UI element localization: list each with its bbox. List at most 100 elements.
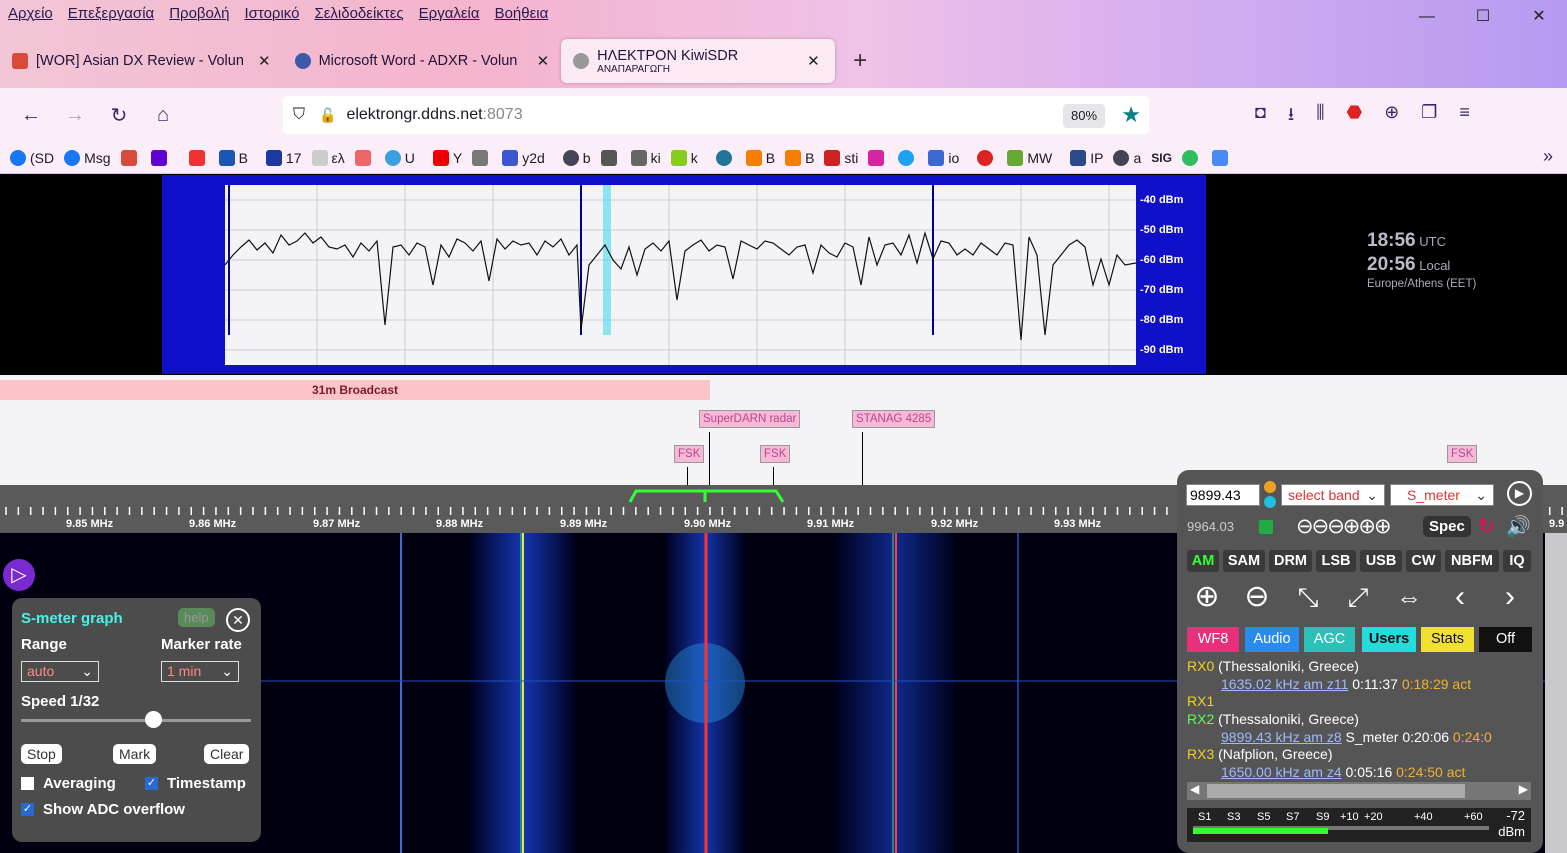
bookmark-item[interactable]: ελ	[311, 149, 345, 166]
mark-button[interactable]: Mark	[113, 744, 157, 764]
bookmark-item[interactable]: B	[745, 149, 775, 166]
menu-tools[interactable]: Εργαλεία	[419, 5, 480, 22]
mode-iq[interactable]: IQ	[1503, 550, 1531, 572]
user-freq-link[interactable]: 1635.02 kHz am z11	[1221, 676, 1348, 692]
freq-step-up-icon[interactable]	[1264, 481, 1276, 493]
zoom-in-icon[interactable]: ⊕	[1187, 577, 1227, 617]
range-select[interactable]: auto ⌄	[21, 661, 99, 682]
tab-agc[interactable]: AGC	[1304, 627, 1355, 652]
menu-history[interactable]: Ιστορικό	[244, 5, 299, 22]
marker-rate-select[interactable]: 1 min ⌄	[161, 661, 239, 682]
back-icon[interactable]: ←	[9, 104, 53, 127]
label-fsk[interactable]: FSK	[1447, 445, 1478, 463]
bookmark-item[interactable]: Y	[432, 149, 462, 166]
forward-icon[interactable]: →	[53, 104, 97, 127]
play-button-icon[interactable]: ▶	[1507, 481, 1532, 506]
tab-stats[interactable]: Stats	[1421, 627, 1474, 652]
close-tab-icon[interactable]: ✕	[258, 52, 271, 70]
timestamp-checkbox[interactable]: ✓	[145, 777, 158, 790]
bookmark-item[interactable]: SIG	[1151, 151, 1172, 165]
page-right-icon[interactable]: ›	[1490, 577, 1530, 617]
close-icon[interactable]: ✕	[226, 608, 250, 632]
user-freq-link[interactable]: 1650.00 kHz am z4	[1221, 764, 1342, 780]
freq-step-down-icon[interactable]	[1264, 496, 1276, 508]
bookmark-item[interactable]	[472, 149, 492, 166]
close-window-icon[interactable]: ✕	[1511, 4, 1567, 30]
bookmark-item[interactable]	[715, 149, 736, 166]
mode-lsb[interactable]: LSB	[1316, 550, 1356, 572]
waterfall-scrollbar[interactable]	[1545, 533, 1567, 853]
zoom-max-icon[interactable]: ⤢	[1338, 577, 1378, 617]
extension-download-icon[interactable]: ⊕	[1384, 102, 1399, 132]
menu-file[interactable]: Αρχείο	[8, 5, 53, 22]
bookmark-item[interactable]: MW	[1007, 149, 1052, 166]
tab-word[interactable]: Microsoft Word - ADXR - Volun ✕	[283, 39, 562, 83]
library-icon[interactable]: ⫼	[1316, 102, 1324, 132]
speed-slider-thumb[interactable]	[145, 711, 162, 728]
zoom-out-icon[interactable]: ⊖	[1237, 577, 1277, 617]
home-icon[interactable]: ⌂	[141, 104, 185, 127]
scroll-left-icon[interactable]: ◀	[1190, 782, 1199, 796]
spec-button[interactable]: Spec	[1423, 516, 1471, 537]
tab-wf[interactable]: WF8	[1187, 627, 1239, 652]
bookmark-item[interactable]: U	[384, 149, 415, 166]
zoom-band-icon[interactable]: ⇔	[1389, 577, 1429, 617]
bookmark-item[interactable]	[600, 149, 621, 166]
scroll-right-icon[interactable]: ▶	[1519, 782, 1528, 796]
label-fsk[interactable]: FSK	[760, 445, 791, 463]
tab-off[interactable]: Off	[1479, 627, 1532, 652]
page-left-icon[interactable]: ‹	[1440, 577, 1480, 617]
popout-icon[interactable]	[1259, 520, 1273, 534]
bookmark-item[interactable]	[120, 149, 141, 166]
stop-button[interactable]: Stop	[21, 744, 62, 764]
adblock-icon[interactable]: ⬣	[1346, 102, 1362, 132]
bookmark-item[interactable]: sti	[824, 149, 858, 166]
speed-slider[interactable]	[21, 719, 251, 722]
close-tab-icon[interactable]: ✕	[807, 52, 820, 70]
band-31m-broadcast[interactable]: 31m Broadcast	[0, 380, 710, 400]
mode-am[interactable]: AM	[1187, 550, 1219, 572]
bookmark-item[interactable]: (SD	[10, 149, 54, 166]
bookmark-item[interactable]: 17	[265, 149, 302, 166]
bookmark-item[interactable]: b	[562, 149, 591, 166]
container-icon[interactable]: ❐	[1421, 102, 1437, 132]
bookmark-item[interactable]: Msg	[64, 149, 111, 166]
band-select[interactable]: select band ⌄	[1281, 484, 1385, 506]
url-bar[interactable]: ⛉ 🔓 elektrongr.ddns.net :8073 80% ★	[283, 96, 1149, 134]
averaging-checkbox[interactable]	[21, 777, 34, 790]
menu-bookmarks[interactable]: Σελιδοδείκτες	[314, 5, 403, 22]
bookmark-item[interactable]: ki	[630, 149, 661, 166]
new-tab-button[interactable]: +	[853, 47, 867, 75]
pocket-icon[interactable]: ◘	[1255, 102, 1266, 132]
download-icon[interactable]: ⭳	[1288, 102, 1294, 132]
clear-button[interactable]: Clear	[204, 744, 250, 764]
close-tab-icon[interactable]: ✕	[537, 52, 550, 70]
bookmark-item[interactable]	[977, 149, 997, 166]
help-button[interactable]: help	[178, 608, 215, 627]
zoom-buttons[interactable]: ⊖⊖⊖⊕⊕⊕	[1296, 514, 1392, 539]
menu-edit[interactable]: Επεξεργασία	[68, 5, 154, 22]
bookmark-item[interactable]: y2d	[502, 149, 545, 166]
bookmark-item[interactable]	[150, 149, 171, 166]
mode-nbfm[interactable]: NBFM	[1445, 550, 1499, 572]
bookmark-item[interactable]: a	[1113, 149, 1141, 166]
users-hscrollbar[interactable]: ◀ ▶	[1187, 782, 1531, 800]
more-bookmarks-icon[interactable]: »	[1543, 146, 1553, 167]
bookmark-item[interactable]: k	[670, 149, 698, 166]
bookmark-item[interactable]	[188, 149, 209, 166]
label-fsk[interactable]: FSK	[674, 445, 705, 463]
bookmark-item[interactable]	[898, 149, 918, 166]
adc-overflow-checkbox[interactable]: ✓	[21, 803, 34, 816]
bookmark-item[interactable]: io	[928, 149, 959, 166]
mode-sam[interactable]: SAM	[1223, 550, 1265, 572]
bookmark-star-icon[interactable]: ★	[1121, 102, 1141, 128]
bookmark-item[interactable]	[1211, 149, 1232, 166]
minimize-icon[interactable]: —	[1399, 4, 1455, 30]
menu-view[interactable]: Προβολή	[169, 5, 229, 22]
mode-drm[interactable]: DRM	[1269, 550, 1312, 572]
zoom-fit-icon[interactable]: ⤡	[1288, 577, 1328, 617]
bookmark-item[interactable]: B	[218, 149, 248, 166]
mode-cw[interactable]: CW	[1406, 550, 1441, 572]
play-icon[interactable]: ▷	[3, 559, 35, 591]
bookmark-item[interactable]: IP	[1070, 149, 1103, 166]
